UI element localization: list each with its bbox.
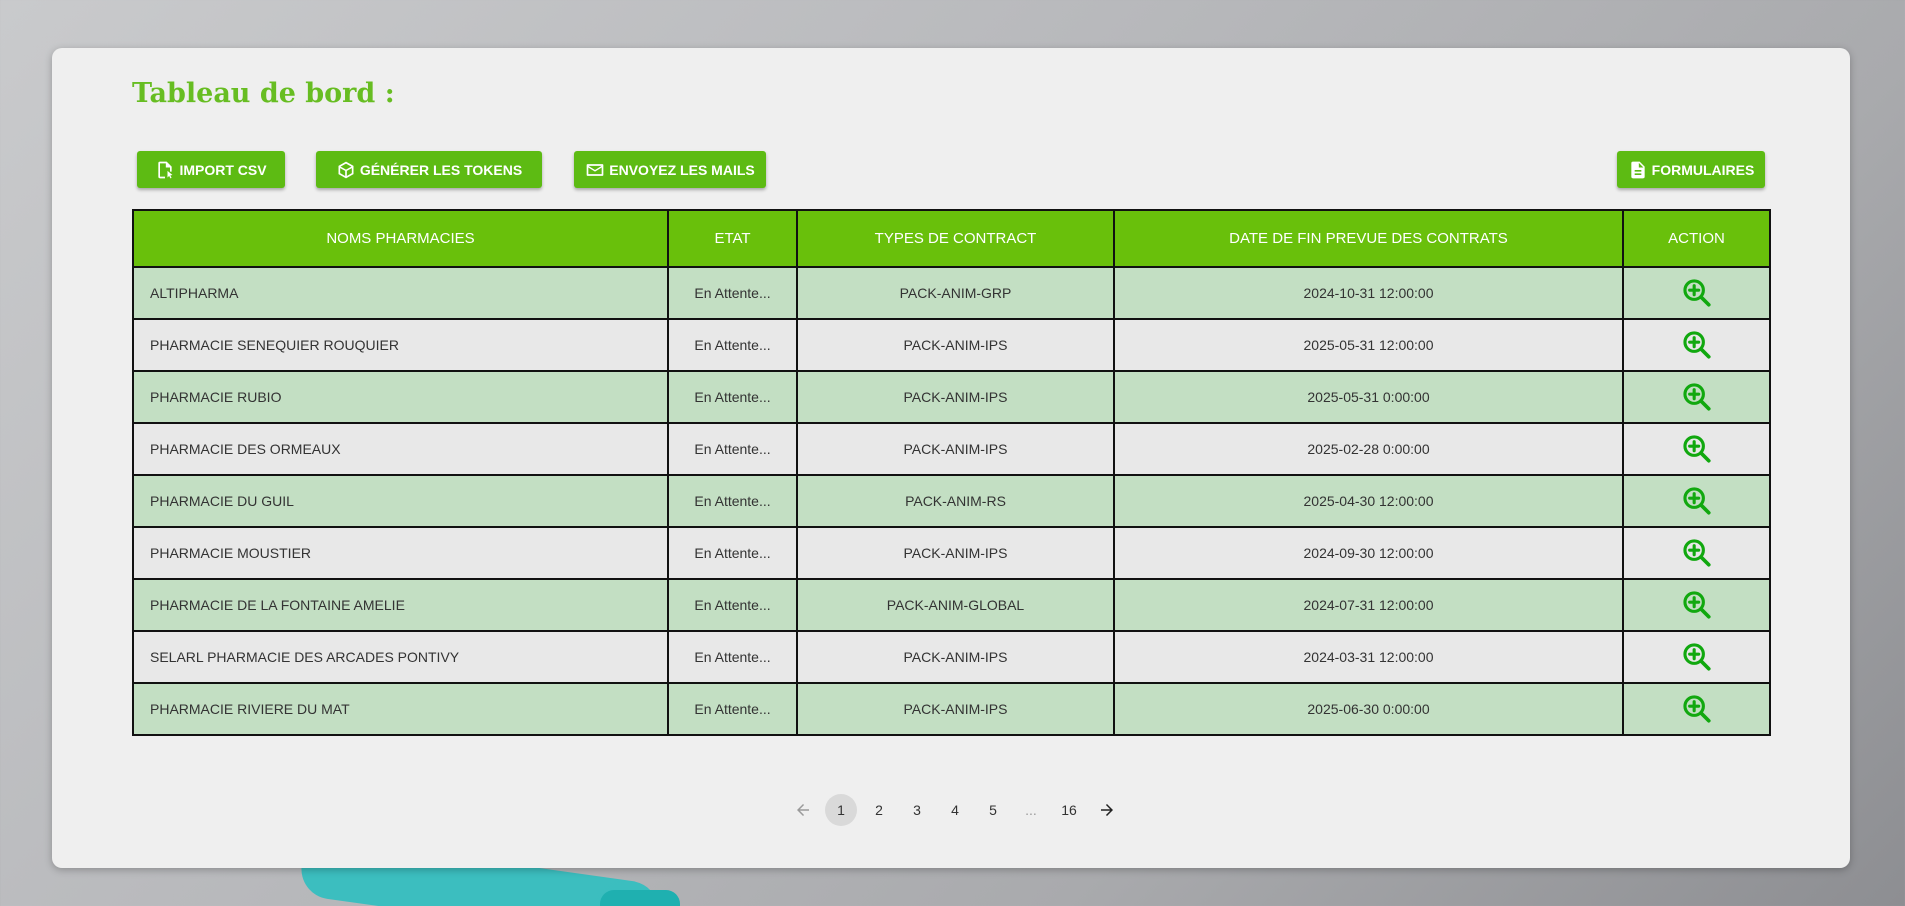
cell-etat: En Attente...: [667, 578, 798, 632]
page-number-button[interactable]: 1: [825, 794, 857, 826]
cell-contract-type: PACK-ANIM-IPS: [796, 630, 1115, 684]
cell-action: [1622, 526, 1771, 580]
table-row: PHARMACIE RIVIERE DU MAT En Attente... PAC…: [132, 682, 1771, 736]
arrow-left-icon: [797, 804, 809, 816]
file-import-icon: [158, 161, 173, 178]
forms-button[interactable]: FORMULAIRES: [1617, 151, 1765, 188]
zoom-in-icon[interactable]: [1680, 380, 1714, 414]
column-header-action: ACTION: [1622, 209, 1771, 268]
cube-icon: [338, 161, 354, 178]
column-header-etat[interactable]: ETAT: [667, 209, 798, 268]
cell-pharmacy-name: SELARL PHARMACIE DES ARCADES PONTIVY: [132, 630, 669, 684]
cell-end-date: 2024-10-31 12:00:00: [1113, 266, 1624, 320]
cell-contract-type: PACK-ANIM-IPS: [796, 318, 1115, 372]
page-number-button[interactable]: 16: [1053, 794, 1085, 826]
zoom-in-icon[interactable]: [1680, 432, 1714, 466]
dashboard-card: Tableau de bord : IMPORT CSV GÉNÉRER LES…: [52, 48, 1850, 868]
cell-etat: En Attente...: [667, 526, 798, 580]
cell-action: [1622, 370, 1771, 424]
import-csv-label: IMPORT CSV: [179, 161, 267, 178]
cell-contract-type: PACK-ANIM-IPS: [796, 526, 1115, 580]
import-csv-button[interactable]: IMPORT CSV: [137, 151, 285, 188]
send-mails-label: ENVOYEZ LES MAILS: [609, 161, 755, 178]
cell-end-date: 2024-03-31 12:00:00: [1113, 630, 1624, 684]
cell-etat: En Attente...: [667, 474, 798, 528]
cell-end-date: 2025-06-30 0:00:00: [1113, 682, 1624, 736]
zoom-in-icon[interactable]: [1680, 484, 1714, 518]
cell-contract-type: PACK-ANIM-IPS: [796, 422, 1115, 476]
cell-etat: En Attente...: [667, 422, 798, 476]
table-row: SELARL PHARMACIE DES ARCADES PONTIVY En A…: [132, 630, 1771, 684]
table-header-row: NOMS PHARMACIES ETAT TYPES DE CONTRACT D…: [132, 209, 1771, 268]
zoom-in-icon[interactable]: [1680, 588, 1714, 622]
cell-etat: En Attente...: [667, 318, 798, 372]
cell-pharmacy-name: PHARMACIE DES ORMEAUX: [132, 422, 669, 476]
zoom-in-icon[interactable]: [1680, 328, 1714, 362]
page-number-button[interactable]: 5: [977, 794, 1009, 826]
cell-contract-type: PACK-ANIM-GRP: [796, 266, 1115, 320]
cell-etat: En Attente...: [667, 630, 798, 684]
cell-action: [1622, 630, 1771, 684]
pagination: 1 2 3 4 5... 16: [787, 794, 1123, 826]
column-header-date[interactable]: DATE DE FIN PREVUE DES CONTRATS: [1113, 209, 1624, 268]
page-number-button[interactable]: 4: [939, 794, 971, 826]
cell-pharmacy-name: PHARMACIE MOUSTIER: [132, 526, 669, 580]
send-mails-button[interactable]: ENVOYEZ LES MAILS: [574, 151, 766, 188]
cell-end-date: 2025-02-28 0:00:00: [1113, 422, 1624, 476]
cell-etat: En Attente...: [667, 682, 798, 736]
page-number-button[interactable]: 2: [863, 794, 895, 826]
zoom-in-icon[interactable]: [1680, 640, 1714, 674]
cell-etat: En Attente...: [667, 370, 798, 424]
cell-action: [1622, 578, 1771, 632]
cell-action: [1622, 422, 1771, 476]
table-row: ALTIPHARMA En Attente... PACK-ANIM-GRP 2024…: [132, 266, 1771, 320]
cell-end-date: 2024-09-30 12:00:00: [1113, 526, 1624, 580]
generate-tokens-label: GÉNÉRER LES TOKENS: [359, 161, 523, 178]
page-title: Tableau de bord :: [132, 78, 395, 109]
cell-end-date: 2024-07-31 12:00:00: [1113, 578, 1624, 632]
page-ellipsis: ...: [1025, 802, 1037, 818]
column-header-type[interactable]: TYPES DE CONTRACT: [796, 209, 1115, 268]
cell-etat: En Attente...: [667, 266, 798, 320]
page-number-button[interactable]: 3: [901, 794, 933, 826]
table-row: PHARMACIE DU GUIL En Attente... PACK-ANIM-…: [132, 474, 1771, 528]
cell-contract-type: PACK-ANIM-GLOBAL: [796, 578, 1115, 632]
cell-end-date: 2025-05-31 0:00:00: [1113, 370, 1624, 424]
cell-contract-type: PACK-ANIM-RS: [796, 474, 1115, 528]
cell-pharmacy-name: PHARMACIE RUBIO: [132, 370, 669, 424]
table-row: PHARMACIE MOUSTIER En Attente... PACK-ANIM…: [132, 526, 1771, 580]
cell-contract-type: PACK-ANIM-IPS: [796, 370, 1115, 424]
document-icon: [1630, 161, 1645, 178]
cell-action: [1622, 682, 1771, 736]
mail-icon: [586, 163, 604, 176]
generate-tokens-button[interactable]: GÉNÉRER LES TOKENS: [316, 151, 542, 188]
cell-action: [1622, 318, 1771, 372]
cell-pharmacy-name: PHARMACIE SENEQUIER ROUQUIER: [132, 318, 669, 372]
zoom-in-icon[interactable]: [1680, 276, 1714, 310]
cell-pharmacy-name: ALTIPHARMA: [132, 266, 669, 320]
page-list: 1 2 3 4 5... 16: [825, 794, 1085, 826]
table-row: PHARMACIE SENEQUIER ROUQUIER En Attente..…: [132, 318, 1771, 372]
cell-pharmacy-name: PHARMACIE DU GUIL: [132, 474, 669, 528]
zoom-in-icon[interactable]: [1680, 692, 1714, 726]
table-row: PHARMACIE RUBIO En Attente... PACK-ANIM-IP…: [132, 370, 1771, 424]
prev-page-button[interactable]: [787, 794, 819, 826]
cell-end-date: 2025-05-31 12:00:00: [1113, 318, 1624, 372]
table-row: PHARMACIE DES ORMEAUX En Attente... PACK-A…: [132, 422, 1771, 476]
background-capsule-small: [600, 890, 680, 906]
forms-label: FORMULAIRES: [1651, 161, 1755, 178]
arrow-right-icon: [1101, 804, 1113, 816]
cell-action: [1622, 266, 1771, 320]
cell-contract-type: PACK-ANIM-IPS: [796, 682, 1115, 736]
zoom-in-icon[interactable]: [1680, 536, 1714, 570]
cell-action: [1622, 474, 1771, 528]
table-row: PHARMACIE DE LA FONTAINE AMELIE En Attent…: [132, 578, 1771, 632]
cell-pharmacy-name: PHARMACIE RIVIERE DU MAT: [132, 682, 669, 736]
cell-pharmacy-name: PHARMACIE DE LA FONTAINE AMELIE: [132, 578, 669, 632]
table-body: ALTIPHARMA En Attente... PACK-ANIM-GRP 2024…: [132, 266, 1771, 736]
pharmacies-table: NOMS PHARMACIES ETAT TYPES DE CONTRACT D…: [132, 209, 1771, 736]
cell-end-date: 2025-04-30 12:00:00: [1113, 474, 1624, 528]
next-page-button[interactable]: [1091, 794, 1123, 826]
column-header-name[interactable]: NOMS PHARMACIES: [132, 209, 669, 268]
